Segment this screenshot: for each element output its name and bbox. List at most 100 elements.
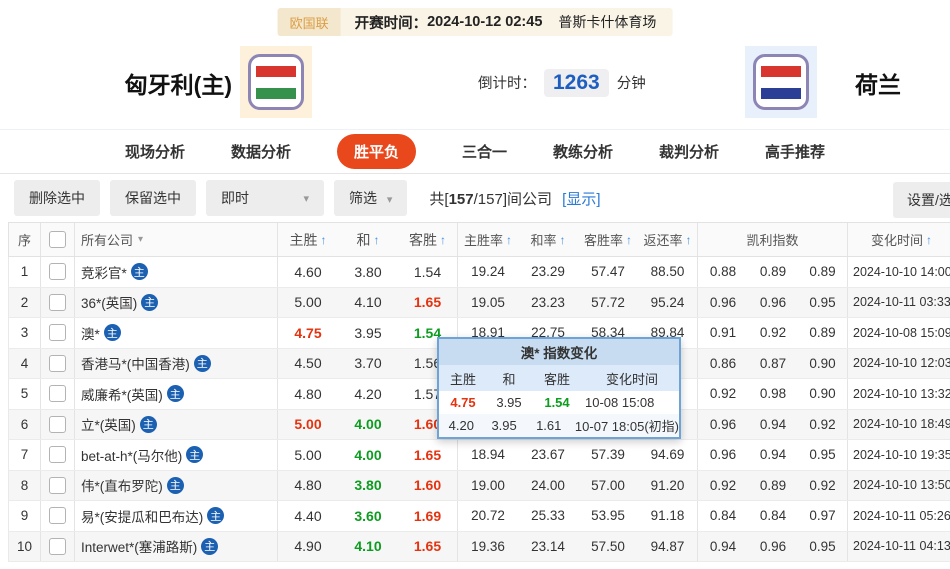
tooltip-cell: 4.20 [448, 418, 474, 433]
row-checkbox[interactable] [49, 476, 66, 494]
nav-tab[interactable]: 数据分析 [231, 141, 291, 162]
header-label: 返还率 [643, 233, 683, 248]
rate-cell: 20.72 [471, 508, 505, 524]
tooltip-row: 4.20 3.95 1.61 10-07 18:05(初指) [439, 414, 679, 437]
company-name: bet-at-h*(马尔他) [81, 448, 183, 464]
row-checkbox[interactable] [49, 415, 66, 433]
sort-asc-icon: ↑ [506, 232, 512, 247]
header-away-odds[interactable]: 客胜 ↑ [398, 223, 458, 256]
kelly-cell: 0.96 [759, 294, 787, 310]
table-row: 1 竞彩官* 主 4.60 3.80 1.54 19.24 23.29 57.47 88.50 0.… [8, 257, 950, 288]
rate-cell: 23.29 [531, 264, 565, 280]
home-team-name: 匈牙利(主) [124, 71, 232, 98]
header-payout-rate[interactable]: 返还率 ↑ [638, 223, 698, 256]
header-company[interactable]: 所有公司 ▾ [75, 223, 278, 256]
odds-home: 4.50 [294, 355, 322, 372]
countdown-value: 1263 [544, 68, 609, 97]
company-cell[interactable]: 36*(英国) 主 [75, 287, 278, 317]
nav-tab[interactable]: 高手推荐 [765, 141, 825, 162]
rate-cell: 91.20 [638, 470, 698, 500]
sort-asc-icon: ↑ [926, 232, 932, 247]
header-home-rate[interactable]: 主胜率 ↑ [458, 223, 518, 256]
odds-home: 4.75 [294, 324, 322, 341]
header-home-odds[interactable]: 主胜 ↑ [278, 223, 338, 256]
company-cell[interactable]: 竞彩官* 主 [75, 257, 278, 287]
row-checkbox-cell [41, 409, 75, 439]
header-draw-odds[interactable]: 和 ↑ [338, 223, 398, 256]
header-label: 和率 [530, 233, 557, 248]
tooltip-cell: 3.95 [491, 418, 517, 433]
table-row: 7 bet-at-h*(马尔他) 主 5.00 4.00 1.65 18.94 23.67 57… [8, 440, 950, 471]
kelly-cell: 0.94 [709, 538, 737, 554]
filter-label: 筛选 [349, 190, 377, 206]
row-checkbox[interactable] [49, 507, 66, 525]
nav-tab[interactable]: 三合一 [462, 141, 507, 162]
odds-home: 5.00 [294, 294, 322, 311]
company-cell[interactable]: 易*(安提瓜和巴布达) 主 [75, 501, 278, 531]
show-link[interactable]: [显示] [562, 191, 600, 208]
change-time: 2024-10-10 14:00 [853, 264, 950, 279]
filter-button[interactable]: 筛选 ▾ [334, 180, 408, 216]
kelly-cell: 0.87 [759, 355, 787, 371]
keep-selected-button[interactable]: 保留选中 [110, 180, 196, 216]
odds-home: 5.00 [294, 446, 322, 463]
nav-tab[interactable]: 教练分析 [553, 141, 613, 162]
kelly-cell: 0.96 [709, 416, 737, 432]
kelly-cell: 0.92 [709, 386, 737, 402]
countdown-unit: 分钟 [616, 76, 646, 92]
rate-cell: 57.39 [591, 447, 625, 463]
row-checkbox[interactable] [49, 385, 66, 403]
live-odds-select[interactable]: 即时 ▾ [206, 180, 324, 216]
row-checkbox-cell [41, 348, 75, 378]
kelly-cell: 0.95 [798, 531, 848, 561]
odds-draw: 4.20 [354, 385, 382, 402]
row-checkbox[interactable] [49, 446, 66, 464]
company-name: 竞彩官* [81, 265, 127, 281]
delete-selected-button[interactable]: 删除选中 [14, 180, 100, 216]
home-team-flag-box [240, 46, 312, 118]
company-cell[interactable]: bet-at-h*(马尔他) 主 [75, 440, 278, 470]
row-checkbox[interactable] [49, 263, 66, 281]
header-change-time[interactable]: 变化时间 ↑ [848, 223, 950, 256]
company-name: 威廉希*(英国) [81, 387, 163, 403]
nav-tab[interactable]: 裁判分析 [659, 141, 719, 162]
kelly-cell: 0.90 [798, 379, 848, 409]
change-time: 2024-10-10 13:32 [853, 386, 950, 401]
rate-cell: 23.67 [531, 447, 565, 463]
league-badge: 欧国联 [277, 8, 341, 36]
company-cell[interactable]: 澳* 主 [75, 318, 278, 348]
rate-cell: 57.50 [591, 538, 625, 554]
header-kelly-index: 凯利指数 [698, 223, 848, 256]
table-row: 10 Interwet*(塞浦路斯) 主 4.90 4.10 1.65 19.36 23.14… [8, 531, 950, 562]
header-draw-rate[interactable]: 和率 ↑ [518, 223, 578, 256]
row-checkbox[interactable] [49, 537, 66, 555]
company-cell[interactable]: 伟*(直布罗陀) 主 [75, 470, 278, 500]
kelly-cell: 0.97 [798, 501, 848, 531]
rate-cell: 23.14 [531, 538, 565, 554]
company-cell[interactable]: 威廉希*(英国) 主 [75, 379, 278, 409]
rate-cell: 18.94 [471, 447, 505, 463]
row-checkbox[interactable] [49, 293, 66, 311]
company-cell[interactable]: 香港马*(中国香港) 主 [75, 348, 278, 378]
company-name: 澳* [81, 326, 100, 342]
company-cell[interactable]: 立*(英国) 主 [75, 409, 278, 439]
row-number: 10 [9, 531, 41, 561]
company-cell[interactable]: Interwet*(塞浦路斯) 主 [75, 531, 278, 561]
kelly-cell: 0.96 [759, 538, 787, 554]
summary-text: /157]间公司 [473, 190, 552, 208]
kelly-cell: 0.86 [709, 355, 737, 371]
odds-draw: 3.70 [354, 355, 382, 372]
odds-home: 4.60 [294, 263, 322, 280]
select-all-checkbox[interactable] [49, 231, 66, 248]
change-time: 2024-10-10 13:50 [853, 478, 950, 493]
settings-select-button[interactable]: 设置/选择 [893, 182, 950, 218]
nav-tab[interactable]: 现场分析 [125, 141, 185, 162]
change-time: 2024-10-11 04:13 [853, 539, 950, 554]
row-checkbox[interactable] [49, 324, 66, 342]
tooltip-row: 4.75 3.95 1.54 10-08 15:08 [439, 391, 679, 414]
home-badge-icon: 主 [193, 354, 211, 372]
row-checkbox[interactable] [49, 354, 66, 372]
change-time: 2024-10-11 05:26 [853, 508, 950, 523]
nav-tab[interactable]: 胜平负 [336, 134, 416, 169]
header-away-rate[interactable]: 客胜率 ↑ [578, 223, 638, 256]
